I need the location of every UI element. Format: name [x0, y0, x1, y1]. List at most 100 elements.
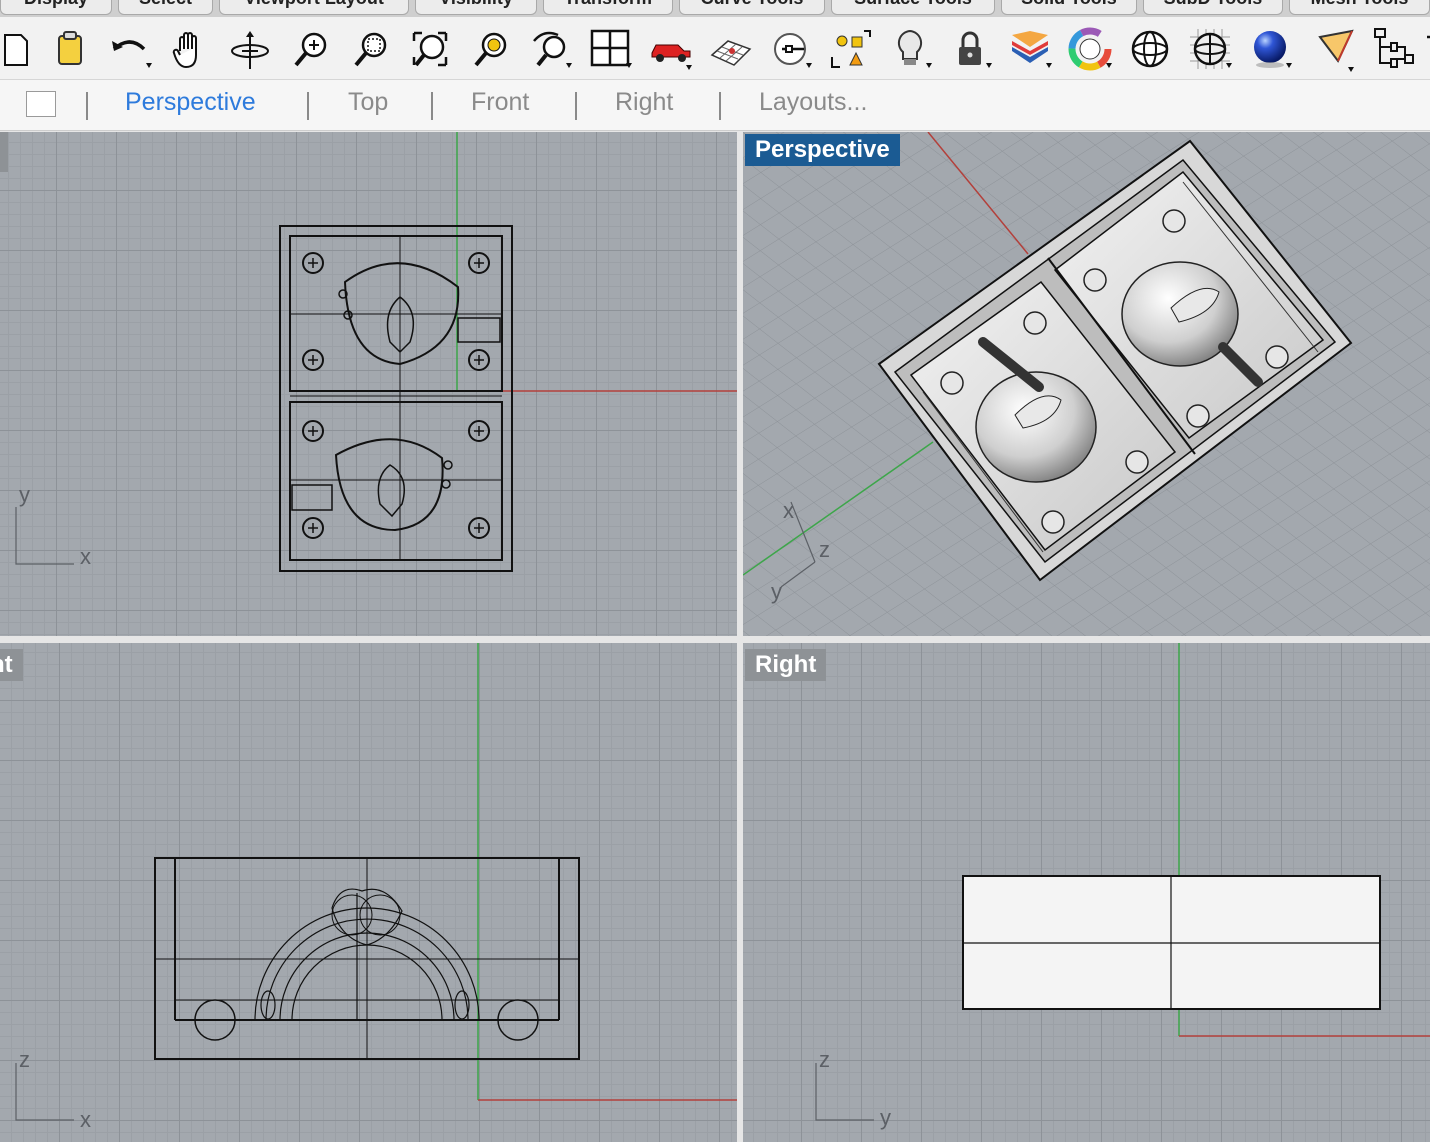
front-view-drawing: [15, 643, 737, 1121]
zoom-selected-icon: [474, 32, 507, 67]
viewport-label-front[interactable]: nt: [0, 649, 23, 681]
render-sphere-button[interactable]: [1245, 25, 1295, 73]
tab-label: Curve Tools: [701, 0, 804, 8]
tab-separator: [431, 92, 433, 120]
paste-icon: [58, 31, 82, 65]
tab-mesh-tools[interactable]: Mesh Tools: [1289, 0, 1430, 15]
zoom-icon: [294, 32, 327, 67]
tab-label: Select: [139, 0, 192, 8]
color-wheel-button[interactable]: [1065, 25, 1115, 73]
undo-icon: [112, 40, 152, 68]
hierarchy-button[interactable]: [1370, 25, 1420, 73]
point-icon: [774, 33, 812, 68]
pan-button[interactable]: [165, 25, 215, 73]
axis-label-y: y: [19, 482, 30, 507]
sphere-grid-icon: [1190, 29, 1232, 69]
rotate-view-icon: [231, 31, 269, 69]
grid-button[interactable]: [705, 25, 755, 73]
tab-separator: [86, 92, 88, 120]
cone-button[interactable]: [1313, 25, 1363, 73]
viewport-label-perspective[interactable]: Perspective: [745, 134, 900, 166]
viewport-layout-checkbox[interactable]: [26, 91, 56, 117]
tab-subd-tools[interactable]: SubD Tools: [1143, 0, 1283, 15]
toolbar: [0, 17, 1430, 80]
tab-viewport-layout[interactable]: Viewport Layout: [219, 0, 409, 15]
tab-curve-tools[interactable]: Curve Tools: [679, 0, 825, 15]
axis-label-y: y: [880, 1105, 891, 1130]
undo-view-icon: [533, 31, 572, 68]
axis-label-x: x: [80, 544, 91, 569]
viewport-top[interactable]: y x: [0, 132, 737, 636]
tab-label: Transform: [564, 0, 652, 8]
viewport-perspective[interactable]: Perspective x z y: [743, 132, 1430, 636]
axis-label-z: z: [19, 1047, 30, 1072]
tab-right[interactable]: Right: [615, 88, 673, 117]
tab-top[interactable]: Top: [348, 88, 388, 117]
shapes-button[interactable]: [825, 25, 875, 73]
axis-label-x: x: [80, 1107, 91, 1132]
undo-view-button[interactable]: [525, 25, 575, 73]
pan-hand-icon: [172, 32, 197, 69]
right-view-drawing: [815, 643, 1430, 1121]
sphere-wire-button[interactable]: [1125, 25, 1175, 73]
viewport-front[interactable]: nt z x: [0, 643, 737, 1142]
tab-label: Viewport Layout: [244, 0, 384, 8]
tab-label: Surface Tools: [854, 0, 972, 8]
tab-label: Mesh Tools: [1311, 0, 1409, 8]
zoom-window-button[interactable]: [345, 25, 395, 73]
grid-icon: [710, 40, 752, 66]
hierarchy-icon: [1374, 28, 1414, 68]
axis-label-y: y: [771, 579, 782, 604]
point-button[interactable]: [765, 25, 815, 73]
undo-button[interactable]: [105, 25, 155, 73]
zoom-extents-button[interactable]: [405, 25, 455, 73]
tab-label: Solid Tools: [1021, 0, 1117, 8]
shapes-icon: [831, 30, 871, 68]
tab-visibility[interactable]: Visibility: [415, 0, 537, 15]
axis-label-x: x: [783, 498, 794, 523]
tab-front[interactable]: Front: [471, 88, 529, 117]
perspective-view-drawing: [743, 132, 1430, 636]
tab-surface-tools[interactable]: Surface Tools: [831, 0, 995, 15]
layers-icon: [1012, 31, 1052, 68]
rotate-view-button[interactable]: [225, 25, 275, 73]
zoom-button[interactable]: [285, 25, 335, 73]
overflow-icon: [1427, 35, 1430, 39]
zoom-selected-button[interactable]: [465, 25, 515, 73]
ribbon-tab-bar: Display Select Viewport Layout Visibilit…: [0, 0, 1430, 17]
car-button[interactable]: [645, 25, 695, 73]
new-button[interactable]: [0, 25, 38, 73]
four-viewports-icon: [590, 29, 632, 68]
paste-button[interactable]: [45, 25, 95, 73]
tab-separator: [307, 92, 309, 120]
viewport-right[interactable]: Right z y: [743, 643, 1430, 1142]
sphere-grid-button[interactable]: [1185, 25, 1235, 73]
tab-solid-tools[interactable]: Solid Tools: [1001, 0, 1137, 15]
tab-select[interactable]: Select: [118, 0, 213, 15]
cone-icon: [1318, 29, 1354, 72]
axis-label-z: z: [819, 1047, 830, 1072]
tab-separator: [575, 92, 577, 120]
four-viewports-button[interactable]: [585, 25, 635, 73]
light-icon: [897, 29, 932, 68]
light-button[interactable]: [885, 25, 935, 73]
zoom-extents-icon: [412, 31, 448, 67]
top-view-drawing: [15, 132, 737, 572]
lock-icon: [959, 31, 992, 68]
lock-button[interactable]: [945, 25, 995, 73]
tab-perspective[interactable]: Perspective: [125, 88, 256, 117]
layers-button[interactable]: [1005, 25, 1055, 73]
viewport-label-right[interactable]: Right: [745, 649, 827, 681]
new-icon: [4, 34, 28, 66]
sphere-wire-icon: [1131, 30, 1169, 68]
tab-transform[interactable]: Transform: [543, 0, 673, 15]
viewport-tab-bar: Perspective Top Front Right Layouts...: [0, 80, 1430, 132]
tab-display[interactable]: Display: [0, 0, 112, 15]
tab-label: Visibility: [439, 0, 513, 8]
tab-label: Display: [24, 0, 88, 8]
tab-layouts[interactable]: Layouts...: [759, 88, 867, 117]
overflow-button[interactable]: [1420, 25, 1430, 73]
tab-label: SubD Tools: [1164, 0, 1263, 8]
car-icon: [651, 44, 692, 70]
color-wheel-icon: [1068, 27, 1112, 71]
